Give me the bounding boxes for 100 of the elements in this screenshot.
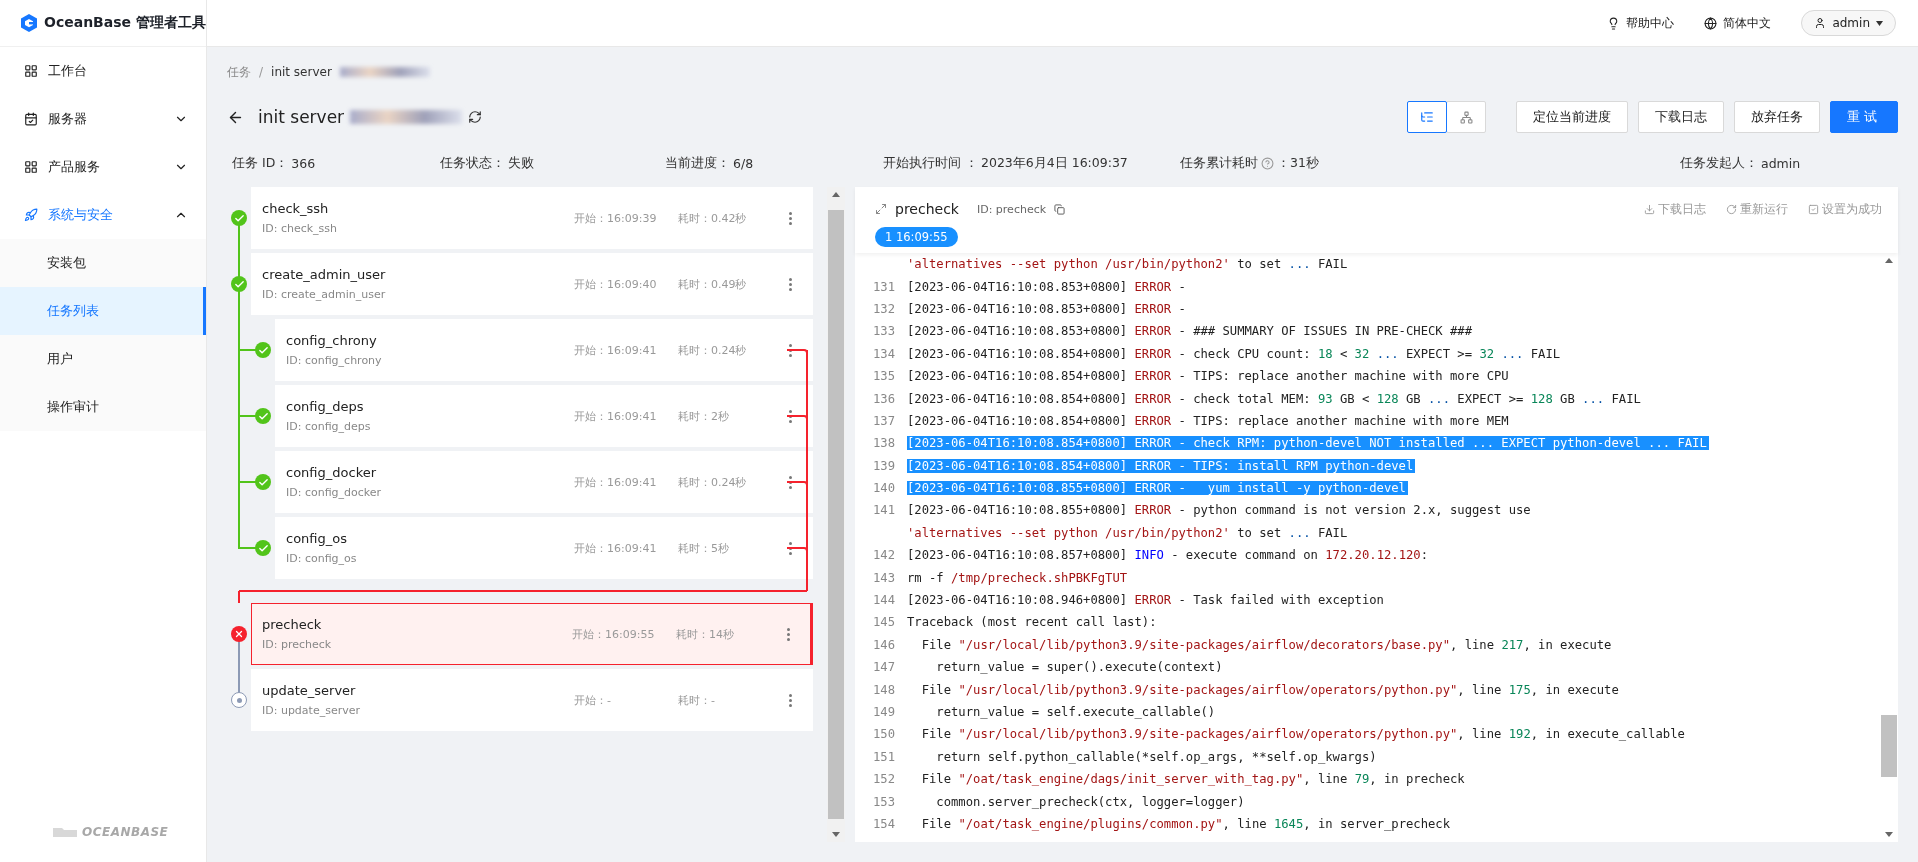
scrollbar[interactable] — [827, 187, 845, 842]
scroll-down-icon[interactable] — [1885, 832, 1893, 837]
task-name: config_deps — [286, 399, 365, 414]
line-number: 134 — [872, 346, 895, 361]
info-label: 开始执行时间 ： — [883, 154, 978, 172]
task-name: config_os — [286, 531, 348, 546]
start-time: 开始：16:09:55 — [572, 626, 656, 642]
view-toggle-button[interactable] — [1407, 101, 1447, 133]
line-number: 140 — [872, 481, 895, 496]
info-value: 2023年6月4日 16:09:37 — [981, 154, 1128, 172]
start-time: 开始：16:09:39 — [574, 210, 658, 226]
scroll-down-icon[interactable] — [832, 832, 840, 837]
task-id: ID: check_ssh — [262, 222, 339, 235]
more-icon — [788, 693, 792, 707]
log-title: precheck — [895, 201, 959, 217]
log-line: [2023-06-04T16:10:08.946+0800] ERROR - Task failed with exception — [907, 593, 1385, 608]
log-id: ID: precheck — [976, 202, 1047, 216]
log-line: [2023-06-04T16:10:08.854+0800] ERROR - TIPS: replace another machine with more MEM — [907, 413, 1510, 428]
task-id: ID: update_server — [262, 704, 361, 717]
more-icon — [788, 409, 792, 423]
duration: 耗时：0.24秒 — [678, 474, 748, 490]
scroll-thumb[interactable] — [1881, 715, 1897, 777]
task-card[interactable]: update_server ID: update_server 开始：- 耗时：- — [251, 669, 813, 731]
line-number: 138 — [872, 436, 895, 451]
more-icon — [788, 475, 792, 489]
line-number: 151 — [872, 749, 895, 764]
logo-icon — [20, 13, 38, 33]
refresh-icon[interactable] — [468, 110, 483, 124]
menu-item[interactable]: 工作台 — [0, 47, 206, 95]
log-line: rm -f /tmp/precheck.shPBKFgTUT — [907, 570, 1129, 585]
line-number: 145 — [872, 615, 895, 630]
log-line: 'alternatives --set python /usr/bin/python2' to set ... FAIL — [907, 257, 1349, 272]
line-number: 144 — [872, 593, 895, 608]
download-icon — [1644, 203, 1655, 215]
task-card[interactable]: config_docker ID: config_docker 开始：16:09:41 耗时：0.24秒 — [275, 451, 813, 513]
task-name: config_chrony — [286, 333, 378, 348]
log-line: File "/oat/task_engine/plugins/common.py", line 1645, in server_precheck — [920, 816, 1451, 831]
duration: 耗时：- — [678, 692, 716, 708]
log-line: [2023-06-04T16:10:08.854+0800] ERROR - TIPS: replace another machine with more CPU — [907, 369, 1510, 384]
more-icon — [788, 211, 792, 225]
hierarchy-icon — [1459, 110, 1473, 124]
duration: 耗时：0.49秒 — [678, 276, 748, 292]
menu-item[interactable]: 产品服务 — [0, 143, 206, 191]
scroll-up-icon[interactable] — [832, 192, 840, 197]
scroll-thumb[interactable] — [828, 210, 844, 819]
info-value: 366 — [291, 155, 316, 171]
submenu-item[interactable]: 安装包 — [0, 239, 206, 287]
app-title: OceanBase 管理者工具 — [44, 14, 206, 32]
breadcrumb-separator: / — [259, 65, 264, 79]
task-card[interactable]: config_os ID: config_os 开始：16:09:41 耗时：5秒 — [275, 517, 813, 579]
primary-button[interactable]: 重试 — [1830, 101, 1898, 133]
start-time: 开始：16:09:41 — [574, 540, 658, 556]
task-card[interactable]: check_ssh ID: check_ssh 开始：16:09:39 耗时：0.42秒 — [251, 187, 813, 249]
log-line: File "/oat/task_engine/dags/init_server_with_tag.py", line 79, in precheck — [920, 772, 1466, 787]
log-line: common.server_precheck(ctx, logger=logger) — [935, 794, 1246, 809]
user-menu-button[interactable]: admin — [1801, 10, 1896, 36]
scroll-up-icon[interactable] — [1885, 258, 1893, 263]
reload-icon — [1726, 203, 1737, 215]
checkbox-icon — [1808, 203, 1819, 215]
task-name: config_docker — [286, 465, 378, 480]
log-line: [2023-06-04T16:10:08.853+0800] ERROR - — [907, 279, 1187, 294]
submenu-item[interactable]: 用户 — [0, 335, 206, 383]
info-value: ：31秒 — [1277, 154, 1319, 172]
task-id: ID: create_admin_user — [262, 288, 387, 301]
log-line: [2023-06-04T16:10:08.855+0800] ERROR - python command is not version 2.x, suggest use — [907, 503, 1532, 518]
line-number: 150 — [872, 727, 895, 742]
submenu-item[interactable]: 操作审计 — [0, 383, 206, 431]
log-line: [2023-06-04T16:10:08.857+0800] INFO - execute command on 172.20.12.120: — [907, 548, 1429, 563]
expand-icon[interactable] — [875, 203, 887, 215]
task-card[interactable]: precheck ID: precheck 开始：16:09:55 耗时：14秒 — [251, 603, 813, 665]
line-number: 147 — [872, 660, 895, 675]
action-button[interactable]: 下载日志 — [1638, 101, 1724, 133]
duration: 耗时：0.42秒 — [678, 210, 748, 226]
task-id: ID: config_deps — [286, 420, 372, 433]
help-center-link[interactable]: 帮助中心 — [1607, 14, 1675, 32]
breadcrumb-item: init server — [271, 65, 332, 79]
page-title: init server — [258, 107, 345, 127]
info-label: 当前进度： — [665, 154, 730, 172]
submenu-item[interactable]: 任务列表 — [0, 287, 206, 335]
log-line: [2023-06-04T16:10:08.853+0800] ERROR - ### SUMMARY OF ISSUES IN PRE-CHECK ### — [907, 324, 1473, 339]
action-button[interactable]: 放弃任务 — [1734, 101, 1820, 133]
line-number: 141 — [872, 503, 895, 518]
footer-logo-icon — [52, 826, 78, 838]
log-line: File "/usr/local/lib/python3.9/site-packages/airflow/operators/python.py", line 175, in execute — [920, 682, 1620, 697]
line-number: 137 — [872, 413, 895, 428]
task-id: ID: precheck — [262, 638, 333, 651]
duration: 耗时：0.24秒 — [678, 342, 748, 358]
info-value: admin — [1761, 155, 1801, 171]
help-icon[interactable] — [1261, 156, 1274, 170]
info-label: 任务 ID： — [232, 154, 289, 172]
task-card[interactable]: config_chrony ID: config_chrony 开始：16:09:41 耗时：0.24秒 — [275, 319, 813, 381]
info-value: 6/8 — [733, 155, 754, 171]
copy-icon[interactable] — [1054, 203, 1066, 215]
action-button[interactable]: 定位当前进度 — [1516, 101, 1628, 133]
task-card[interactable]: create_admin_user ID: create_admin_user 开始：16:09:40 耗时：0.49秒 — [251, 253, 813, 315]
menu-item[interactable]: 服务器 — [0, 95, 206, 143]
task-card[interactable]: config_deps ID: config_deps 开始：16:09:41 耗时：2秒 — [275, 385, 813, 447]
info-value: 失败 — [508, 154, 534, 172]
menu-item[interactable]: 系统与安全 — [0, 191, 206, 239]
language-selector[interactable]: 简体中文 — [1704, 14, 1772, 32]
